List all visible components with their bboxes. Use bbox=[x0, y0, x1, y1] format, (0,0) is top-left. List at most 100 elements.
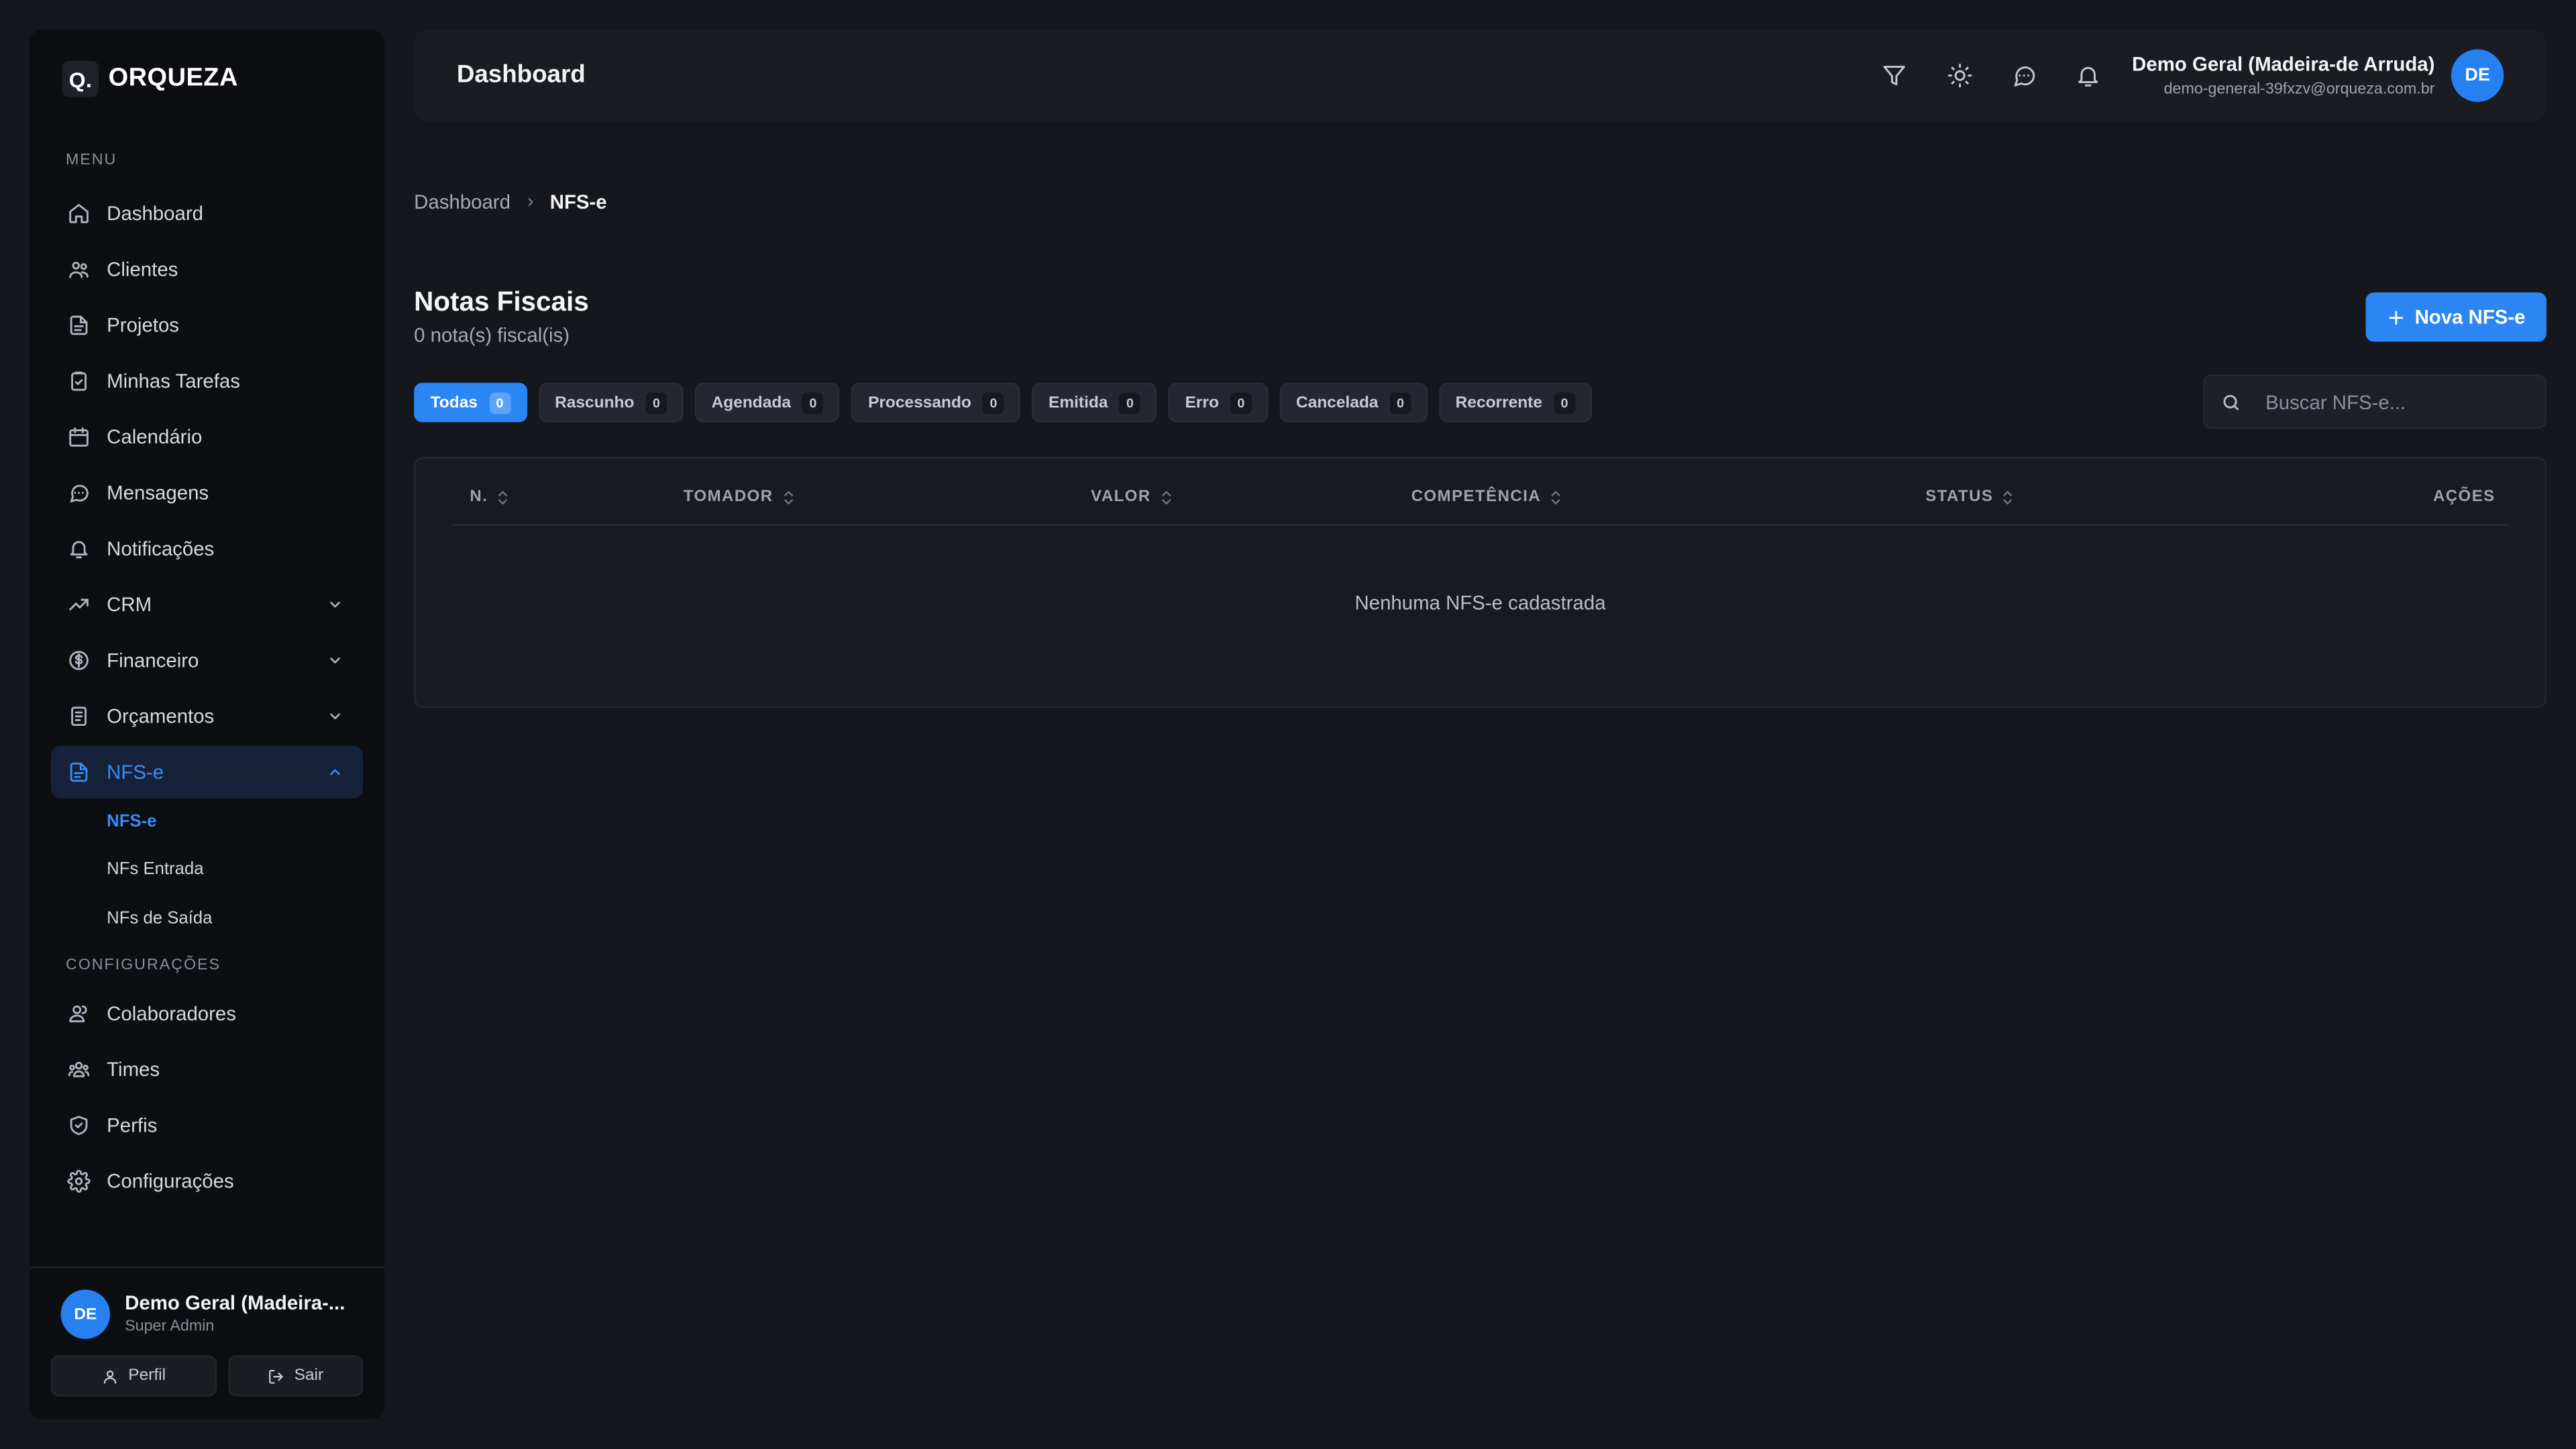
column-header-label: N. bbox=[470, 488, 488, 506]
sidebar-item-label: Calendário bbox=[107, 425, 203, 449]
column-header-status[interactable]: STATUS bbox=[1925, 488, 2015, 506]
filter-tab-agendada[interactable]: Agendada 0 bbox=[695, 382, 841, 423]
file-icon bbox=[70, 315, 88, 335]
sidebar-item-label: Projetos bbox=[107, 313, 180, 337]
sidebar-item-financeiro[interactable]: Financeiro bbox=[51, 634, 363, 686]
sidebar-item-clientes[interactable]: Clientes bbox=[51, 243, 363, 295]
sidebar-item-label: Financeiro bbox=[107, 649, 199, 672]
search-icon bbox=[2223, 394, 2239, 410]
sidebar-item-perfis[interactable]: Perfis bbox=[51, 1099, 363, 1151]
sidebar-item-projetos[interactable]: Projetos bbox=[51, 299, 363, 352]
sidebar-item-label: Configurações bbox=[107, 1169, 234, 1193]
sidebar-item-label: Mensagens bbox=[107, 481, 209, 504]
chevron-down-icon bbox=[330, 657, 340, 663]
column-header-label: VALOR bbox=[1091, 488, 1151, 506]
filter-icon[interactable] bbox=[1881, 62, 1907, 89]
logo-text: ORQUEZA bbox=[108, 64, 238, 93]
column-header-label: TOMADOR bbox=[683, 488, 773, 506]
user-icon bbox=[104, 1369, 117, 1383]
menu-section-label: MENU bbox=[65, 151, 117, 170]
trending-up-icon bbox=[69, 598, 89, 610]
bell-icon bbox=[70, 541, 88, 559]
sort-icon bbox=[784, 490, 793, 504]
filter-tab-todas[interactable]: Todas 0 bbox=[414, 382, 527, 423]
page-header-title: Dashboard bbox=[456, 60, 586, 89]
sidebar: Q. ORQUEZA MENU Dashboard Clientes Proje… bbox=[30, 30, 385, 1419]
users-icon bbox=[69, 262, 89, 278]
filter-tab-label: Cancelada bbox=[1296, 393, 1379, 412]
profile-button[interactable]: Perfil bbox=[50, 1355, 217, 1397]
avatar[interactable]: DE bbox=[2451, 49, 2504, 102]
filter-tab-processando[interactable]: Processando 0 bbox=[851, 382, 1021, 423]
filter-tab-label: Recorrente bbox=[1455, 393, 1542, 412]
dollar-circle-icon bbox=[69, 651, 89, 670]
logout-icon bbox=[269, 1368, 283, 1383]
sidebar-subitem-nfs-entrada[interactable]: NFs Entrada bbox=[107, 859, 203, 879]
search-input[interactable] bbox=[2265, 390, 2529, 413]
sidebar-item-notificacoes[interactable]: Notificações bbox=[51, 523, 363, 575]
chevron-up-icon bbox=[330, 769, 340, 775]
sidebar-item-times[interactable]: Times bbox=[51, 1043, 363, 1095]
profile-button-label: Perfil bbox=[128, 1366, 166, 1385]
sidebar-item-crm[interactable]: CRM bbox=[51, 578, 363, 631]
sidebar-item-label: Dashboard bbox=[107, 202, 203, 225]
filter-tab-label: Erro bbox=[1185, 393, 1219, 412]
sidebar-item-orcamentos[interactable]: Orçamentos bbox=[51, 690, 363, 743]
sidebar-item-minhas-tarefas[interactable]: Minhas Tarefas bbox=[51, 355, 363, 407]
sidebar-item-calendario[interactable]: Calendário bbox=[51, 411, 363, 463]
shield-icon bbox=[70, 1116, 88, 1135]
bell-icon[interactable] bbox=[2075, 62, 2101, 89]
chevron-right-icon bbox=[527, 198, 533, 207]
sidebar-item-nfse[interactable]: NFS-e bbox=[50, 745, 364, 799]
column-header-valor[interactable]: VALOR bbox=[1091, 488, 1172, 506]
breadcrumb-dashboard-link[interactable]: Dashboard bbox=[414, 191, 511, 213]
team-icon bbox=[68, 1061, 90, 1077]
logout-button[interactable]: Sair bbox=[228, 1355, 364, 1397]
sidebar-subitem-nfs-saida[interactable]: NFs de Saída bbox=[107, 908, 212, 928]
sidebar-item-dashboard[interactable]: Dashboard bbox=[51, 187, 363, 239]
sidebar-item-mensagens[interactable]: Mensagens bbox=[51, 467, 363, 519]
filter-tab-cancelada[interactable]: Cancelada 0 bbox=[1279, 382, 1428, 423]
sidebar-item-label: Times bbox=[107, 1058, 160, 1081]
chevron-down-icon bbox=[330, 713, 340, 720]
column-header-competencia[interactable]: COMPETÊNCIA bbox=[1411, 488, 1562, 506]
column-header-tomador[interactable]: TOMADOR bbox=[684, 488, 795, 506]
filter-tab-label: Agendada bbox=[711, 393, 791, 412]
plus-icon bbox=[2389, 310, 2403, 325]
sidebar-item-configuracoes[interactable]: Configurações bbox=[51, 1155, 363, 1208]
filter-tab-recorrente[interactable]: Recorrente 0 bbox=[1439, 382, 1592, 423]
column-header-label: AÇÕES bbox=[2432, 488, 2496, 506]
chat-icon[interactable] bbox=[2011, 62, 2037, 89]
sidebar-item-label: Perfis bbox=[107, 1114, 158, 1137]
top-header: Dashboard Demo Geral (Madeira-de Arruda)… bbox=[414, 30, 2546, 122]
header-user-name[interactable]: Demo Geral (Madeira-de Arruda) bbox=[2132, 52, 2434, 75]
empty-state-message: Nenhuma NFS-e cadastrada bbox=[1354, 591, 1606, 614]
sidebar-subitem-nfse[interactable]: NFS-e bbox=[107, 812, 156, 831]
logo[interactable]: Q. ORQUEZA bbox=[62, 60, 238, 97]
column-header-label: STATUS bbox=[1925, 488, 1994, 506]
user-group-icon bbox=[69, 1005, 87, 1022]
app-root: Q. ORQUEZA MENU Dashboard Clientes Proje… bbox=[0, 0, 2576, 1449]
filter-count-badge: 0 bbox=[1389, 392, 1411, 413]
logo-mark: Q. bbox=[62, 60, 99, 97]
filter-tab-label: Todas bbox=[430, 393, 478, 412]
filter-tab-erro[interactable]: Erro 0 bbox=[1169, 382, 1269, 423]
filter-tab-emitida[interactable]: Emitida 0 bbox=[1032, 382, 1157, 423]
new-nfse-button-label: Nova NFS-e bbox=[2414, 305, 2526, 329]
config-section-label: CONFIGURAÇÕES bbox=[65, 956, 221, 975]
filter-tab-label: Processando bbox=[868, 393, 971, 412]
column-header-numero[interactable]: N. bbox=[470, 488, 509, 506]
search-box bbox=[2203, 374, 2546, 429]
sidebar-item-colaboradores[interactable]: Colaboradores bbox=[51, 987, 363, 1040]
sun-icon[interactable] bbox=[1947, 62, 1973, 89]
filter-tab-rascunho[interactable]: Rascunho 0 bbox=[538, 382, 684, 423]
avatar[interactable]: DE bbox=[60, 1289, 111, 1339]
sidebar-item-label: Orçamentos bbox=[107, 704, 215, 728]
sidebar-item-label: CRM bbox=[107, 593, 152, 616]
new-nfse-button[interactable]: Nova NFS-e bbox=[2365, 292, 2546, 342]
footer-user-role: Super Admin bbox=[125, 1318, 215, 1336]
filter-count-badge: 0 bbox=[1230, 392, 1252, 413]
filter-count-badge: 0 bbox=[645, 392, 667, 413]
breadcrumb: Dashboard NFS-e bbox=[414, 191, 606, 213]
table-header-divider bbox=[451, 524, 2509, 526]
